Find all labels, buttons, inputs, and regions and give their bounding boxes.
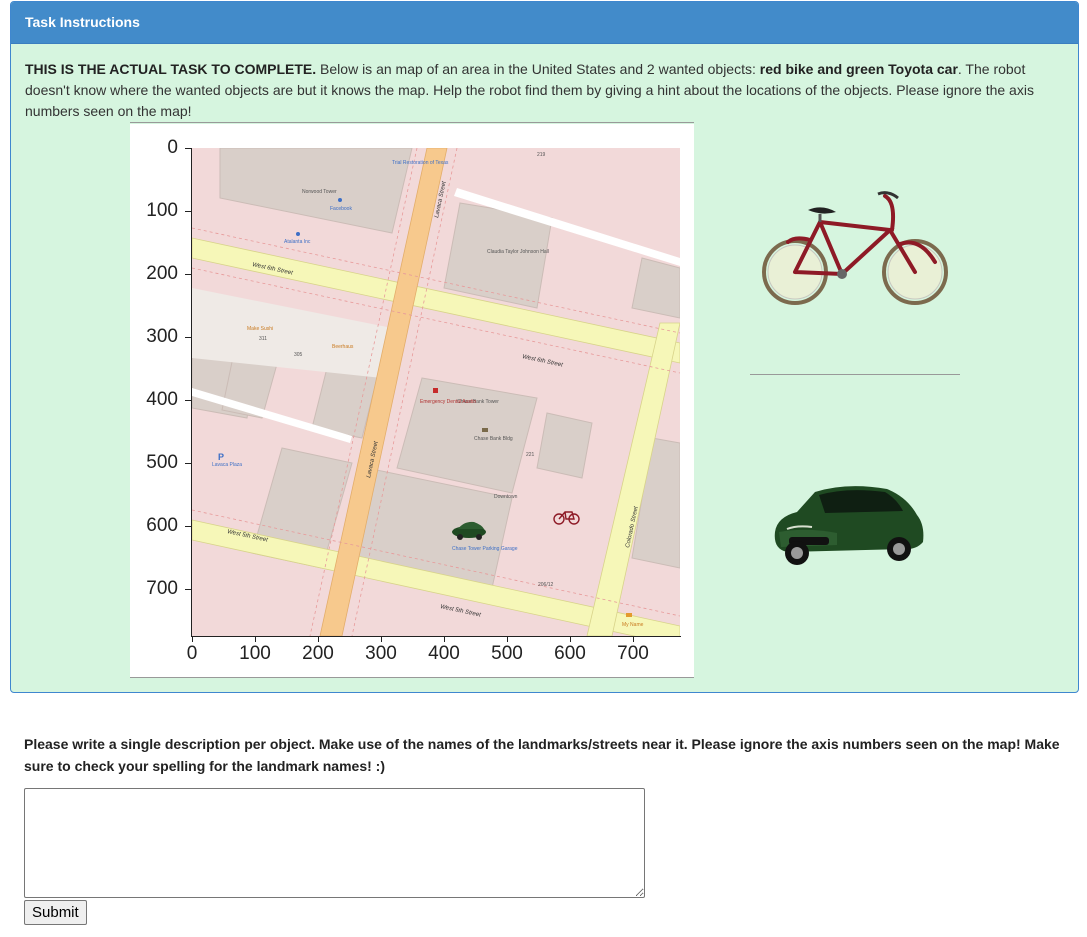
y-tick-label: 700 [146, 578, 178, 599]
panel-title: Task Instructions [11, 2, 1078, 44]
x-tick-mark [570, 636, 571, 642]
map-svg: Norwood Tower Facebook Atalanta Inc West… [192, 148, 680, 636]
y-tick-mark [185, 589, 191, 590]
y-tick-mark [185, 526, 191, 527]
instructions-part-1: Below is an map of an area in the United… [316, 61, 760, 77]
submit-button[interactable]: Submit [24, 900, 87, 925]
y-tick-label: 600 [146, 515, 178, 536]
map-figure: 0 100 200 300 400 500 600 700 0 100 200 300 400 500 60… [130, 122, 960, 678]
label-make-sushi: Make Sushi [247, 326, 273, 332]
label-parking: Chase Tower Parking Garage [452, 546, 518, 552]
y-tick-label: 200 [146, 263, 178, 284]
x-tick-label: 0 [186, 643, 198, 664]
description-textarea[interactable] [24, 788, 645, 898]
label-lavaca-plaza: Lavaca Plaza [212, 462, 242, 468]
label-facebook: Facebook [330, 206, 352, 212]
label-chase-bldg: Chase Bank Bldg [474, 436, 513, 442]
red-bike-image [762, 191, 948, 305]
y-tick-label: 100 [146, 200, 178, 221]
label-emergency: Emergency Dental Austin [420, 399, 476, 405]
task-instructions-text: THIS IS THE ACTUAL TASK TO COMPLETE. Bel… [25, 59, 1065, 122]
x-axis [191, 636, 681, 637]
city-map: Norwood Tower Facebook Atalanta Inc West… [192, 148, 680, 636]
y-tick-label: 500 [146, 452, 178, 473]
x-tick-label: 300 [365, 643, 397, 664]
svg-text:P: P [218, 452, 224, 462]
x-tick-mark [633, 636, 634, 642]
y-tick-mark [185, 274, 191, 275]
label-atalanta: Atalanta Inc [284, 239, 311, 245]
y-tick-mark [185, 148, 191, 149]
label-311: 311 [259, 336, 267, 342]
y-tick-mark [185, 211, 191, 212]
green-toyota-car-image [774, 486, 924, 565]
x-tick-mark [381, 636, 382, 642]
y-tick-label: 400 [146, 389, 178, 410]
x-tick-label: 700 [617, 643, 649, 664]
label-206: 206/12 [538, 582, 554, 588]
label-my-name: My Name [622, 622, 644, 628]
label-trial-restoration: Trial Restoration of Texas [392, 160, 449, 166]
label-claudia: Claudia Taylor Johnson Hall [487, 249, 549, 255]
wanted-objects: red bike and green Toyota car [759, 61, 958, 77]
x-tick-label: 200 [302, 643, 334, 664]
y-tick-mark [185, 463, 191, 464]
x-tick-mark [192, 636, 193, 642]
label-219: 219 [537, 152, 546, 158]
y-tick-label: 300 [146, 326, 178, 347]
task-instructions-panel: Task Instructions THIS IS THE ACTUAL TAS… [10, 1, 1079, 693]
label-221: 221 [526, 452, 535, 458]
label-norwood: Norwood Tower [302, 189, 337, 195]
y-tick-label: 0 [167, 137, 178, 158]
label-downtown: Downtown [494, 494, 518, 500]
description-prompt: Please write a single description per ob… [24, 736, 1060, 774]
x-tick-label: 400 [428, 643, 460, 664]
x-tick-mark [507, 636, 508, 642]
label-305: 305 [294, 352, 303, 358]
x-tick-label: 600 [554, 643, 586, 664]
map-plot: 0 100 200 300 400 500 600 700 0 100 200 300 400 500 60… [130, 124, 694, 677]
x-tick-mark [318, 636, 319, 642]
x-tick-label: 100 [239, 643, 271, 664]
objects-divider [750, 374, 960, 375]
label-beerhaus: Beerhaus [332, 344, 354, 350]
x-tick-label: 500 [491, 643, 523, 664]
x-tick-mark [444, 636, 445, 642]
task-lead: THIS IS THE ACTUAL TASK TO COMPLETE. [25, 61, 317, 77]
x-tick-mark [255, 636, 256, 642]
y-tick-mark [185, 337, 191, 338]
y-tick-mark [185, 400, 191, 401]
